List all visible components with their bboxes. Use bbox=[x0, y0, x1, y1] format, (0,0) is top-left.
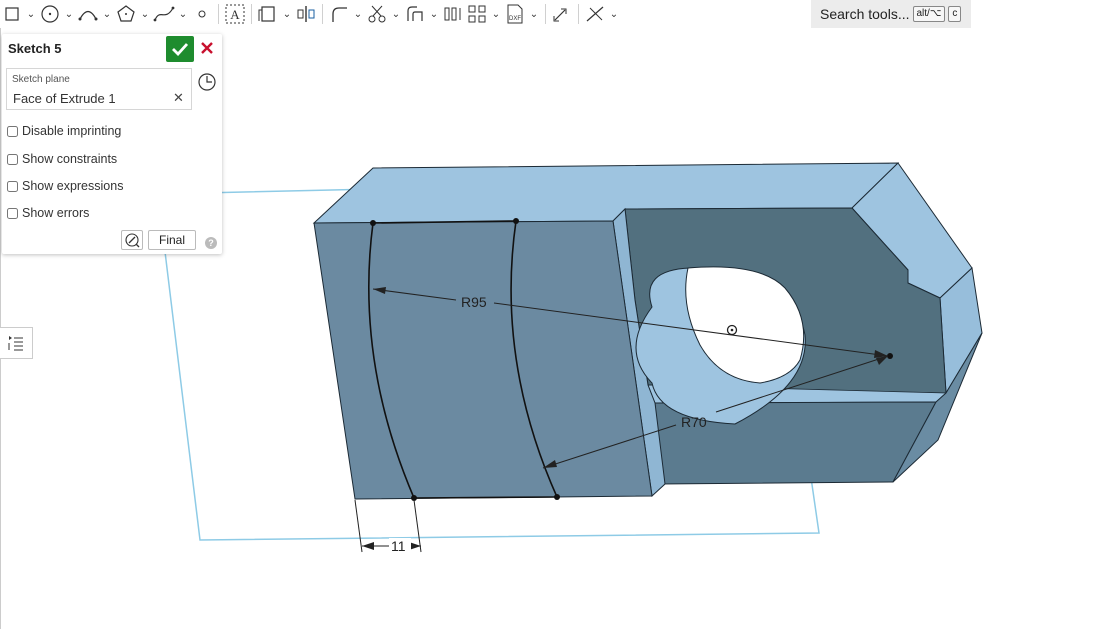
checkmark-icon bbox=[172, 43, 188, 56]
use-tool-icon[interactable] bbox=[256, 2, 280, 26]
sketch-point[interactable] bbox=[513, 218, 519, 224]
offset-tool-icon[interactable] bbox=[403, 2, 427, 26]
accept-button[interactable] bbox=[166, 36, 194, 62]
close-icon bbox=[201, 42, 213, 54]
disable-imprinting-option[interactable]: Disable imprinting bbox=[7, 124, 121, 138]
polygon-tool-icon[interactable] bbox=[114, 2, 138, 26]
toolbar-separator bbox=[218, 4, 219, 24]
sketch-point[interactable] bbox=[554, 494, 560, 500]
toolbar-separator bbox=[322, 4, 323, 24]
rectangle-dropdown-chevron-icon[interactable]: ⌄ bbox=[24, 2, 38, 26]
arc-tool-icon[interactable] bbox=[76, 2, 100, 26]
sketch-toolbar: ⌄ ⌄ ⌄ ⌄ ⌄ A ⌄ ⌄ ⌄ ⌄ ⌄ DXF ⌄ ⌄ Search too… bbox=[0, 0, 1093, 28]
clear-plane-button[interactable]: ✕ bbox=[173, 90, 184, 106]
pencil-magnifier-icon bbox=[125, 233, 140, 248]
linear-pattern-tool-icon[interactable] bbox=[441, 2, 465, 26]
show-expressions-option[interactable]: Show expressions bbox=[7, 179, 123, 193]
part-front-face bbox=[313, 220, 653, 500]
search-tools-button[interactable]: Search tools... alt/⌥ c bbox=[811, 0, 971, 28]
show-expressions-checkbox[interactable] bbox=[7, 180, 18, 192]
show-errors-label: Show errors bbox=[22, 206, 90, 220]
sketch-inspect-button[interactable] bbox=[121, 230, 143, 250]
fillet-dropdown-chevron-icon[interactable]: ⌄ bbox=[351, 2, 365, 26]
trim-tool-icon[interactable] bbox=[365, 2, 389, 26]
text-tool-icon[interactable]: A bbox=[223, 2, 247, 26]
width-arrowhead-left bbox=[362, 542, 374, 550]
arc-dropdown-chevron-icon[interactable]: ⌄ bbox=[100, 2, 114, 26]
show-constraints-option[interactable]: Show constraints bbox=[7, 152, 117, 166]
show-constraints-checkbox[interactable] bbox=[7, 153, 18, 165]
shortcut-key-c: c bbox=[948, 6, 962, 22]
dxf-import-icon[interactable]: DXF bbox=[503, 2, 527, 26]
polygon-dropdown-chevron-icon[interactable]: ⌄ bbox=[138, 2, 152, 26]
sketch-plane-value: Face of Extrude 1 bbox=[13, 91, 116, 106]
history-clock-icon[interactable] bbox=[197, 72, 217, 92]
dxf-dropdown-chevron-icon[interactable]: ⌄ bbox=[527, 2, 541, 26]
show-errors-checkbox[interactable] bbox=[7, 207, 18, 219]
width-extension-left bbox=[354, 499, 363, 553]
construction-dropdown-chevron-icon[interactable]: ⌄ bbox=[607, 2, 621, 26]
pattern-dropdown-chevron-icon[interactable]: ⌄ bbox=[489, 2, 503, 26]
rectangle-tool-icon[interactable] bbox=[0, 2, 24, 26]
svg-text:A: A bbox=[230, 7, 240, 22]
circle-tool-icon[interactable] bbox=[38, 2, 62, 26]
show-constraints-label: Show constraints bbox=[22, 152, 118, 166]
sketch-plane-field[interactable]: Sketch plane Face of Extrude 1 ✕ bbox=[6, 68, 192, 110]
hole-center-dot bbox=[730, 328, 734, 332]
spline-tool-icon[interactable] bbox=[152, 2, 176, 26]
feature-list-toggle-button[interactable] bbox=[0, 327, 33, 359]
spline-dropdown-chevron-icon[interactable]: ⌄ bbox=[176, 2, 190, 26]
sketch-plane-label: Sketch plane bbox=[12, 74, 70, 85]
fillet-tool-icon[interactable] bbox=[327, 2, 351, 26]
search-tools-label: Search tools... bbox=[820, 6, 910, 22]
toolbar-separator bbox=[578, 4, 579, 24]
sketch-feature-dialog: Sketch 5 Sketch plane Face of Extrude 1 … bbox=[2, 34, 222, 254]
toolbar-separator bbox=[545, 4, 546, 24]
shortcut-key-alt: alt/⌥ bbox=[912, 6, 946, 22]
mirror-tool-icon[interactable] bbox=[294, 2, 318, 26]
cancel-button[interactable] bbox=[200, 39, 214, 57]
sketch-bottom-line[interactable] bbox=[413, 496, 558, 499]
help-icon[interactable]: ? bbox=[205, 237, 217, 249]
disable-imprinting-checkbox[interactable] bbox=[7, 125, 18, 137]
point-tool-icon[interactable] bbox=[190, 2, 214, 26]
transform-tool-icon[interactable] bbox=[550, 2, 574, 26]
show-errors-option[interactable]: Show errors bbox=[7, 206, 89, 220]
show-expressions-label: Show expressions bbox=[22, 179, 124, 193]
toolbar-separator bbox=[251, 4, 252, 24]
disable-imprinting-label: Disable imprinting bbox=[22, 124, 122, 138]
offset-dropdown-chevron-icon[interactable]: ⌄ bbox=[427, 2, 441, 26]
circular-pattern-tool-icon[interactable] bbox=[465, 2, 489, 26]
construction-tool-icon[interactable] bbox=[583, 2, 607, 26]
sketch-point[interactable] bbox=[370, 220, 376, 226]
final-button[interactable]: Final bbox=[148, 230, 196, 250]
dialog-title: Sketch 5 bbox=[8, 41, 62, 56]
svg-text:DXF: DXF bbox=[509, 16, 521, 22]
dimension-width[interactable]: 11 bbox=[391, 538, 406, 554]
list-icon bbox=[8, 336, 23, 351]
use-dropdown-chevron-icon[interactable]: ⌄ bbox=[280, 2, 294, 26]
trim-dropdown-chevron-icon[interactable]: ⌄ bbox=[389, 2, 403, 26]
dimension-r95[interactable]: R95 bbox=[461, 294, 487, 310]
circle-dropdown-chevron-icon[interactable]: ⌄ bbox=[62, 2, 76, 26]
dimension-r70[interactable]: R70 bbox=[681, 414, 707, 430]
